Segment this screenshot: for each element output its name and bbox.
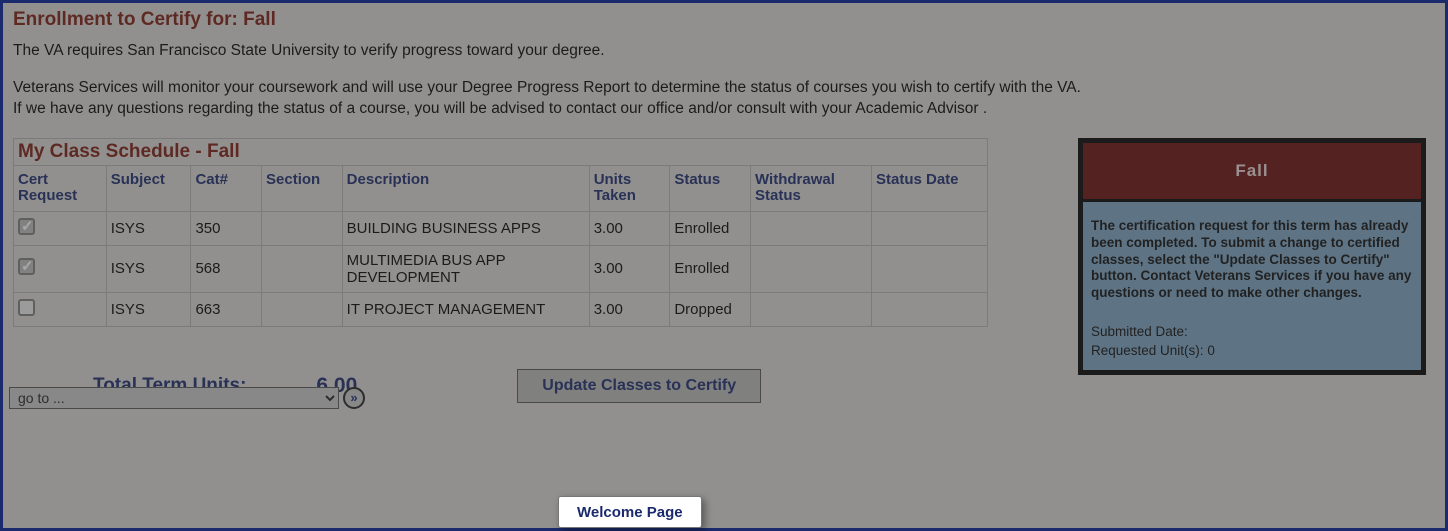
cell-cat: 350 bbox=[191, 211, 262, 245]
intro-text: The VA requires San Francisco State Univ… bbox=[13, 41, 1435, 120]
class-schedule-table: Cert Request Subject Cat# Section Descri… bbox=[13, 165, 988, 327]
cell-description: MULTIMEDIA BUS APP DEVELOPMENT bbox=[342, 245, 589, 292]
cell-description: BUILDING BUSINESS APPS bbox=[342, 211, 589, 245]
cell-status-date bbox=[871, 292, 987, 326]
col-subject: Subject bbox=[106, 165, 191, 211]
cell-units: 3.00 bbox=[589, 211, 670, 245]
cert-request-cell bbox=[14, 211, 107, 245]
cell-description: IT PROJECT MANAGEMENT bbox=[342, 292, 589, 326]
cell-status: Enrolled bbox=[670, 211, 751, 245]
col-cat: Cat# bbox=[191, 165, 262, 211]
col-status-date: Status Date bbox=[871, 165, 987, 211]
col-section: Section bbox=[262, 165, 343, 211]
intro-line-1: The VA requires San Francisco State Univ… bbox=[13, 41, 1435, 62]
cert-request-cell bbox=[14, 245, 107, 292]
intro-line-2: Veterans Services will monitor your cour… bbox=[13, 78, 1435, 99]
welcome-page-button[interactable]: Welcome Page bbox=[558, 496, 702, 528]
enrollment-certify-panel: Enrollment to Certify for: Fall The VA r… bbox=[0, 0, 1448, 531]
cell-status-date bbox=[871, 245, 987, 292]
col-cert-request: Cert Request bbox=[14, 165, 107, 211]
table-row: ISYS568 MULTIMEDIA BUS APP DEVELOPMENT3.0… bbox=[14, 245, 988, 292]
requested-units-row: Requested Unit(s): 0 bbox=[1091, 343, 1413, 360]
term-status-panel: Fall The certification request for this … bbox=[1078, 138, 1426, 375]
cell-withdrawal bbox=[751, 245, 872, 292]
cert-request-checkbox[interactable] bbox=[18, 218, 35, 235]
col-description: Description bbox=[342, 165, 589, 211]
cell-section bbox=[262, 211, 343, 245]
col-units: Units Taken bbox=[589, 165, 670, 211]
cell-status: Enrolled bbox=[670, 245, 751, 292]
goto-select[interactable]: go to ... bbox=[9, 387, 339, 409]
cell-units: 3.00 bbox=[589, 245, 670, 292]
cell-subject: ISYS bbox=[106, 211, 191, 245]
cell-section bbox=[262, 292, 343, 326]
cert-request-cell bbox=[14, 292, 107, 326]
cell-status: Dropped bbox=[670, 292, 751, 326]
submitted-date-row: Submitted Date: bbox=[1091, 324, 1413, 341]
term-status-message: The certification request for this term … bbox=[1091, 218, 1413, 302]
cell-cat: 568 bbox=[191, 245, 262, 292]
col-status: Status bbox=[670, 165, 751, 211]
goto-go-icon[interactable]: » bbox=[343, 387, 365, 409]
cell-section bbox=[262, 245, 343, 292]
col-withdrawal: Withdrawal Status bbox=[751, 165, 872, 211]
cell-subject: ISYS bbox=[106, 292, 191, 326]
table-row: ISYS350 BUILDING BUSINESS APPS3.00Enrolle… bbox=[14, 211, 988, 245]
cell-withdrawal bbox=[751, 211, 872, 245]
term-status-header: Fall bbox=[1083, 143, 1421, 199]
table-row: ISYS663 IT PROJECT MANAGEMENT3.00Dropped bbox=[14, 292, 988, 326]
requested-units-value: 0 bbox=[1207, 343, 1215, 358]
requested-units-label: Requested Unit(s): bbox=[1091, 343, 1204, 358]
cert-request-checkbox[interactable] bbox=[18, 258, 35, 275]
cell-status-date bbox=[871, 211, 987, 245]
cell-units: 3.00 bbox=[589, 292, 670, 326]
cell-withdrawal bbox=[751, 292, 872, 326]
intro-line-3: If we have any questions regarding the s… bbox=[13, 99, 1435, 120]
cert-request-checkbox[interactable] bbox=[18, 299, 35, 316]
cell-subject: ISYS bbox=[106, 245, 191, 292]
submitted-date-label: Submitted Date: bbox=[1091, 324, 1188, 339]
page-heading: Enrollment to Certify for: Fall bbox=[13, 9, 1435, 31]
schedule-title: My Class Schedule - Fall bbox=[13, 138, 988, 165]
cell-cat: 663 bbox=[191, 292, 262, 326]
